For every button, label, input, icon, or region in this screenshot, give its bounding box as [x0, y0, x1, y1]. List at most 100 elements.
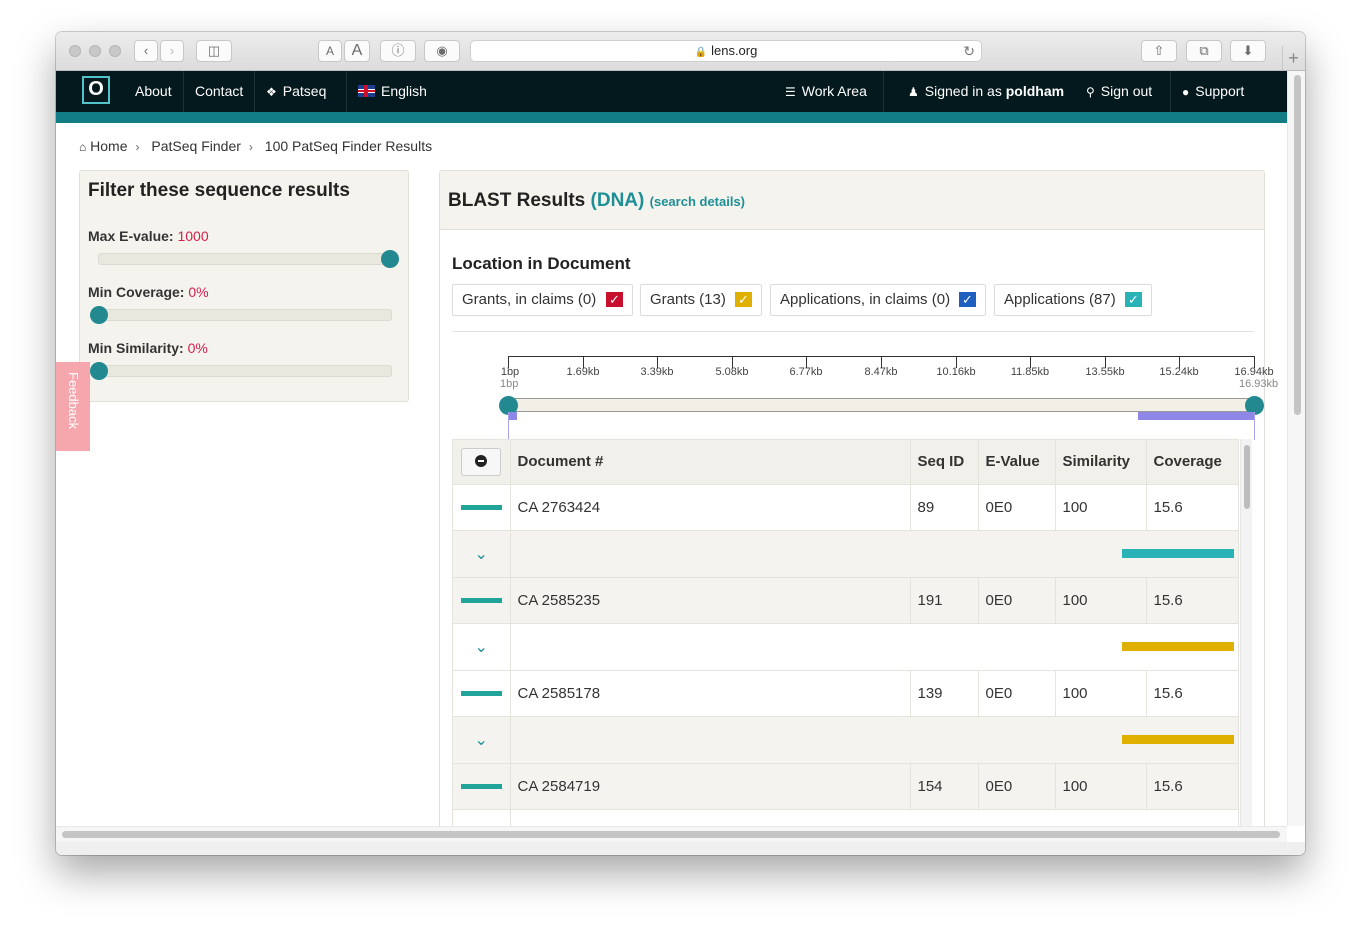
- tabs-overview-icon[interactable]: ⧉: [1186, 40, 1222, 62]
- results-header: BLAST Results (DNA) (search details): [440, 171, 1264, 230]
- minimize-window-icon[interactable]: [89, 45, 101, 57]
- max-evalue-slider-handle[interactable]: [381, 250, 399, 268]
- results-type: (DNA): [590, 190, 645, 211]
- table-scrollbar[interactable]: [1240, 439, 1252, 855]
- address-bar[interactable]: 🔒 lens.org ↻: [470, 40, 982, 62]
- hit-location-bar: [1121, 734, 1234, 744]
- min-coverage-slider-handle[interactable]: [90, 306, 108, 324]
- browser-window: ‹ › ◫ A A ⓘ ◉ 🔒 lens.org ↻ ⇧ ⧉ ⬇ + O Abou…: [56, 32, 1305, 855]
- coverage: 15.6: [1146, 670, 1238, 717]
- max-evalue-label-text: Max E-value:: [88, 228, 174, 244]
- chevron-right-icon: ›: [248, 140, 253, 154]
- collapse-all-header: [453, 440, 511, 485]
- reader-icon[interactable]: ⓘ: [380, 40, 416, 62]
- nav-sign-out[interactable]: ⚲ Sign out: [1075, 71, 1163, 112]
- hit-region-marker: [1138, 412, 1254, 420]
- nav-signed-in[interactable]: ♟ Signed in as poldham: [883, 71, 1075, 112]
- ruler-tick-label: 16.94kb: [1234, 366, 1274, 378]
- nav-about[interactable]: About: [124, 71, 183, 112]
- category-applications-in-claims[interactable]: Applications, in claims (0) ✓: [770, 284, 986, 316]
- collapse-all-button[interactable]: [461, 447, 502, 476]
- expand-cell[interactable]: ⌄: [453, 623, 511, 671]
- checkbox-checked-icon[interactable]: ✓: [1125, 292, 1142, 307]
- hit-region-marker: [508, 412, 517, 420]
- table-scroll-thumb[interactable]: [1244, 445, 1250, 509]
- document-number[interactable]: CA 2763424: [510, 484, 911, 531]
- forward-button[interactable]: ›: [160, 40, 184, 62]
- document-number[interactable]: CA 2585235: [510, 577, 911, 624]
- column-evalue[interactable]: E-Value: [978, 440, 1056, 485]
- table-row[interactable]: CA 2584719 154 0E0 100 15.6: [453, 763, 1238, 810]
- ruler-tick-label: 13.55kb: [1085, 366, 1125, 378]
- share-icon[interactable]: ⇧: [1141, 40, 1177, 62]
- nav-patseq[interactable]: ❖ Patseq: [254, 71, 337, 112]
- min-similarity-slider-handle[interactable]: [90, 362, 108, 380]
- column-similarity[interactable]: Similarity: [1055, 440, 1147, 485]
- seq-marker-cell: [453, 670, 511, 717]
- column-document[interactable]: Document #: [510, 440, 911, 485]
- range-selector[interactable]: [508, 398, 1254, 412]
- checkbox-checked-icon[interactable]: ✓: [959, 292, 976, 307]
- page-scroll-thumb[interactable]: [1294, 75, 1301, 415]
- breadcrumb-home[interactable]: Home: [90, 138, 127, 154]
- category-grants-in-claims[interactable]: Grants, in claims (0) ✓: [452, 284, 633, 316]
- min-similarity-value: 0%: [187, 340, 208, 356]
- column-coverage[interactable]: Coverage: [1146, 440, 1238, 485]
- zoom-window-icon[interactable]: [109, 45, 121, 57]
- chevron-down-icon[interactable]: ⌄: [460, 637, 503, 657]
- chevron-down-icon[interactable]: ⌄: [460, 544, 503, 564]
- ruler-tick-label: 6.77kb: [789, 366, 823, 378]
- username: poldham: [1005, 83, 1065, 99]
- seq-marker-cell: [453, 577, 511, 624]
- similarity: 100: [1055, 670, 1147, 717]
- chevron-down-icon[interactable]: ⌄: [460, 730, 503, 750]
- expand-cell[interactable]: ⌄: [453, 716, 511, 764]
- table-row[interactable]: CA 2763424 89 0E0 100 15.6: [453, 484, 1238, 531]
- sidebar-toggle-button[interactable]: ◫: [196, 40, 232, 62]
- checkbox-checked-icon[interactable]: ✓: [735, 292, 752, 307]
- table-row[interactable]: CA 2585178 139 0E0 100 15.6: [453, 670, 1238, 717]
- category-applications[interactable]: Applications (87) ✓: [994, 284, 1152, 316]
- feedback-tab[interactable]: Feedback: [56, 362, 90, 451]
- reload-icon[interactable]: ↻: [963, 41, 975, 61]
- max-evalue-slider[interactable]: [98, 250, 399, 268]
- lens-logo[interactable]: O: [82, 76, 110, 104]
- nav-work-area[interactable]: ☰ Work Area: [774, 71, 878, 112]
- nav-contact[interactable]: Contact: [183, 71, 254, 112]
- category-grants[interactable]: Grants (13) ✓: [640, 284, 762, 316]
- min-similarity-slider[interactable]: [90, 362, 392, 380]
- min-coverage-label: Min Coverage: 0%: [88, 284, 209, 300]
- increase-font-button[interactable]: A: [344, 40, 370, 62]
- nav-support-label: Support: [1195, 83, 1245, 99]
- nav-language[interactable]: English: [346, 71, 438, 112]
- dna-icon: ❖: [266, 85, 277, 99]
- sequence-marker: [460, 598, 502, 604]
- ruler-start-label: 1bp: [500, 378, 519, 390]
- document-number[interactable]: CA 2585178: [510, 670, 911, 717]
- checkbox-checked-icon[interactable]: ✓: [606, 292, 623, 307]
- search-details-link[interactable]: (search details): [650, 194, 745, 209]
- close-window-icon[interactable]: [69, 45, 81, 57]
- new-tab-button[interactable]: +: [1282, 46, 1304, 72]
- divider: [452, 331, 1254, 332]
- page-hscroll-thumb[interactable]: [62, 831, 1280, 838]
- seq-marker-cell: [453, 484, 511, 531]
- document-number[interactable]: CA 2584719: [510, 763, 911, 810]
- signed-in-prefix: Signed in as: [924, 83, 1006, 99]
- column-seq-id[interactable]: Seq ID: [910, 440, 979, 485]
- nav-language-label: English: [381, 83, 427, 99]
- min-coverage-slider[interactable]: [90, 306, 392, 324]
- downloads-icon[interactable]: ⬇: [1230, 40, 1266, 62]
- expand-cell[interactable]: ⌄: [453, 530, 511, 578]
- breadcrumb-patseq-finder[interactable]: PatSeq Finder: [151, 138, 241, 154]
- sequence-marker: [460, 691, 502, 697]
- decrease-font-button[interactable]: A: [318, 40, 342, 62]
- extension-icon[interactable]: ◉: [424, 40, 460, 62]
- hit-detail-row: ⌄: [453, 716, 1238, 764]
- table-row[interactable]: CA 2585235 191 0E0 100 15.6: [453, 577, 1238, 624]
- page-vertical-scrollbar[interactable]: [1287, 71, 1305, 826]
- back-button[interactable]: ‹: [134, 40, 158, 62]
- nav-support[interactable]: ● Support: [1170, 71, 1255, 112]
- seq-id: 191: [910, 577, 979, 624]
- page-horizontal-scrollbar[interactable]: [56, 826, 1287, 842]
